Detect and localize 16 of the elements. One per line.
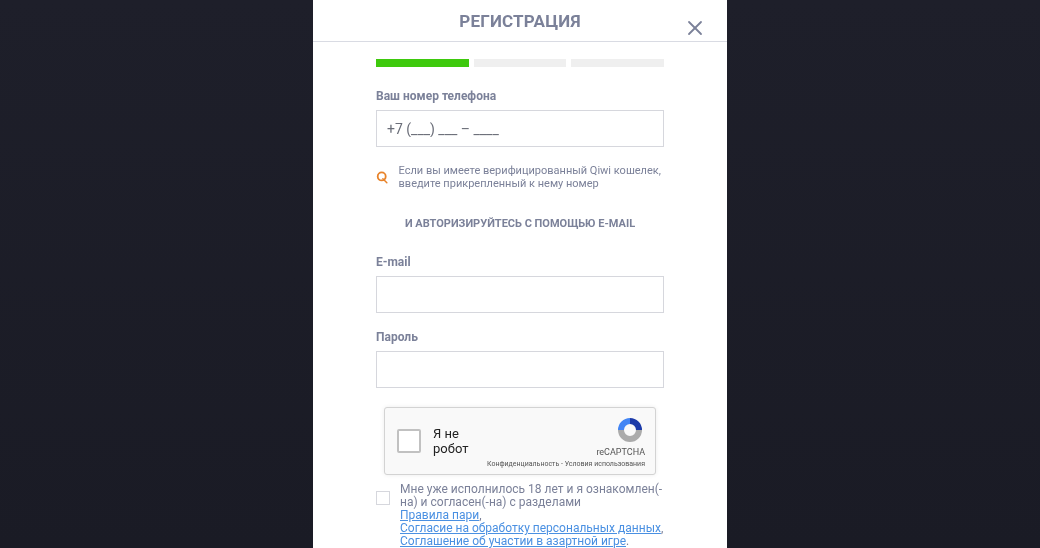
email-divider-text: И АВТОРИЗИРУЙТЕСЬ С ПОМОЩЬЮ E-MAIL: [403, 217, 637, 230]
dialog-title: РЕГИСТРАЦИЯ: [459, 10, 581, 31]
email-input[interactable]: [376, 276, 664, 313]
consent-checkbox[interactable]: [376, 491, 390, 505]
captcha-brand: reCAPTCHA: [596, 446, 645, 457]
field-label: Пароль: [376, 330, 419, 344]
captcha-label: Я не робот: [433, 426, 470, 456]
terms-link[interactable]: Согласие на обработку персональных данных: [400, 521, 661, 535]
captcha-checkbox[interactable]: [397, 429, 421, 453]
qiwi-note: Если вы имеете верифицированный Qiwi кошелек, введите прикрепленный к нему номер: [398, 164, 662, 190]
terms-link[interactable]: Соглашение об участии в азартной игре: [400, 534, 626, 548]
phone-input[interactable]: +7 (___) ___ – ____: [376, 110, 664, 147]
field-label: Ваш номер телефона: [376, 89, 498, 103]
field-label: E-mail: [376, 255, 412, 269]
consent-text: Мне уже исполнилось 18 лет и я ознакомлен(-на) и согласен(-на) с разделами Правила пари, Согласие на обработку персональных данных, Соглашение об участии в азартной игре.: [400, 483, 664, 548]
password-input[interactable]: [376, 351, 664, 388]
